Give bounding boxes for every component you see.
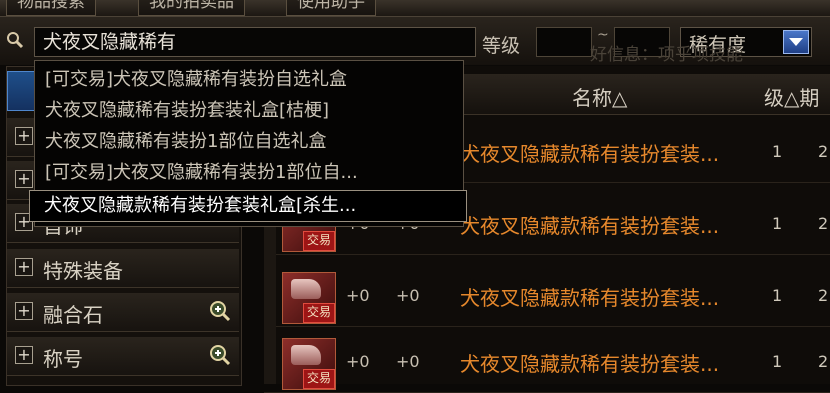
search-input[interactable]: 犬夜叉隐藏稀有 (34, 27, 476, 57)
table-row[interactable]: 交易 +0 +0 犬夜叉隐藏款稀有装扮套装... 1 2 (264, 334, 830, 393)
tradeable-tag: 交易 (303, 369, 335, 389)
autocomplete-item[interactable]: [可交易]犬夜叉隐藏稀有装扮自选礼盒 (45, 65, 347, 91)
item-icon: 交易 (282, 272, 336, 324)
category-item-fusion-stone[interactable]: + 融合石 (7, 293, 239, 332)
autocomplete-item[interactable]: 犬夜叉隐藏稀有装扮套装礼盒[桔梗] (45, 96, 329, 122)
item-level: 1 (772, 352, 783, 371)
enhance-value: +0 (346, 352, 370, 371)
level-label: 等级 (482, 35, 521, 57)
level-min-input[interactable] (536, 27, 592, 57)
item-name: 犬夜叉隐藏款稀有装扮套装... (460, 286, 720, 310)
rarity-dropdown-button[interactable] (783, 30, 809, 54)
autocomplete-dropdown: [可交易]犬夜叉隐藏稀有装扮自选礼盒 犬夜叉隐藏稀有装扮套装礼盒[桔梗] 犬夜叉… (29, 60, 467, 227)
refine-value: +0 (396, 352, 420, 371)
item-extra: 2 (818, 142, 829, 161)
expand-icon[interactable]: + (15, 346, 33, 364)
item-extra: 2 (818, 352, 829, 371)
item-level: 1 (772, 214, 783, 233)
column-level-header[interactable]: 级△期 (764, 82, 819, 111)
tradeable-tag: 交易 (303, 303, 335, 323)
item-name: 犬夜叉隐藏款稀有装扮套装... (460, 142, 720, 166)
item-extra: 2 (818, 214, 829, 233)
search-icon[interactable] (6, 31, 24, 49)
zoom-icon[interactable] (209, 300, 231, 322)
expand-icon[interactable]: + (15, 170, 33, 188)
tab-helper[interactable]: 使用助手 (286, 0, 376, 16)
autocomplete-item-selected[interactable]: 犬夜叉隐藏款稀有装扮套装礼盒[杀生... (29, 190, 467, 222)
refine-value: +0 (396, 286, 420, 305)
item-icon: 交易 (282, 338, 336, 390)
autocomplete-item[interactable]: 犬夜叉隐藏稀有装扮1部位自选礼盒 (45, 127, 326, 153)
chevron-down-icon (789, 38, 803, 46)
tab-strip: 物品搜索 我的拍卖品 使用助手 (0, 0, 830, 17)
column-name-header[interactable]: 名称△ (572, 82, 627, 111)
category-label: 融合石 (43, 303, 103, 327)
expand-icon[interactable]: + (15, 258, 33, 276)
item-name: 犬夜叉隐藏款稀有装扮套装... (460, 352, 720, 376)
tab-item-search[interactable]: 物品搜索 (6, 0, 96, 16)
tradeable-tag: 交易 (303, 231, 335, 251)
tab-my-auctions[interactable]: 我的拍卖品 (138, 0, 245, 16)
enhance-value: +0 (346, 286, 370, 305)
autocomplete-item[interactable]: [可交易]犬夜叉隐藏稀有装扮1部位自... (45, 158, 358, 184)
table-row[interactable]: 交易 +0 +0 犬夜叉隐藏款稀有装扮套装... 1 2 (264, 268, 830, 327)
zoom-icon[interactable] (209, 344, 231, 366)
category-item-title[interactable]: + 称号 (7, 337, 239, 376)
item-level: 1 (772, 142, 783, 161)
item-level: 1 (772, 286, 783, 305)
category-label: 特殊装备 (43, 259, 123, 283)
expand-icon[interactable]: + (15, 302, 33, 320)
item-extra: 2 (818, 286, 829, 305)
item-name: 犬夜叉隐藏款稀有装扮套装... (460, 214, 720, 238)
category-item-special-equipment[interactable]: + 特殊装备 (7, 249, 239, 288)
background-hint-text: 好信息：项乎项技能 (590, 45, 743, 65)
expand-icon[interactable]: + (15, 127, 33, 145)
category-label: 称号 (43, 347, 83, 371)
